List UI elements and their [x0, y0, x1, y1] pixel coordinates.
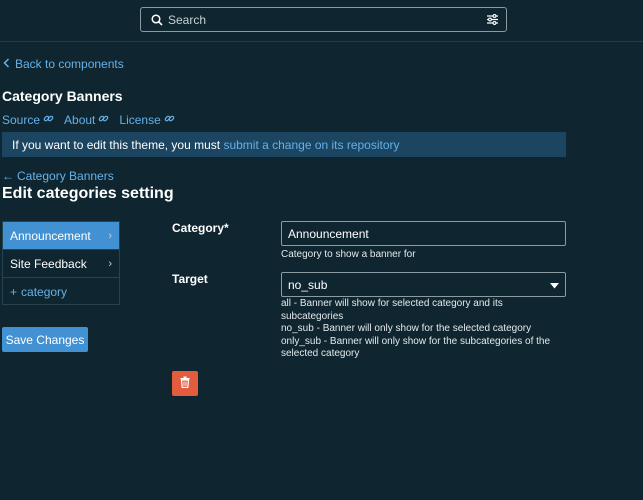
- chevron-left-icon: [3, 57, 10, 71]
- section-title: Edit categories setting: [2, 185, 174, 202]
- target-help-line: only_sub - Banner will only show for the…: [281, 335, 551, 347]
- page-title: Category Banners: [2, 88, 123, 104]
- top-bar: Search: [0, 0, 643, 42]
- add-category-button[interactable]: + category: [3, 278, 119, 306]
- category-help-text: Category to show a banner for: [281, 249, 416, 260]
- submit-change-link[interactable]: submit a change on its repository: [223, 138, 399, 152]
- breadcrumb-label: Category Banners: [17, 169, 114, 183]
- plus-icon: +: [10, 285, 18, 299]
- about-link-label: About: [64, 113, 96, 127]
- delete-button[interactable]: [172, 371, 198, 396]
- target-help-line: all - Banner will show for selected cate…: [281, 298, 503, 309]
- about-link[interactable]: About: [64, 113, 109, 127]
- target-help-line: selected category: [281, 348, 360, 359]
- chevron-right-icon: ›: [108, 257, 112, 270]
- save-changes-button[interactable]: Save Changes: [2, 327, 88, 352]
- source-link-label: Source: [2, 113, 41, 127]
- category-field-label: Category*: [172, 221, 229, 235]
- edit-theme-notice: If you want to edit this theme, you must…: [2, 132, 566, 157]
- category-field-value: Announcement: [288, 226, 369, 241]
- trash-icon: [180, 375, 190, 393]
- target-help-line: subcategories: [281, 310, 344, 322]
- category-list: Announcement › Site Feedback › + categor…: [2, 221, 120, 305]
- category-item-label: Announcement: [10, 228, 91, 243]
- notice-text: If you want to edit this theme, you must: [12, 138, 224, 152]
- component-links: Source About License: [2, 113, 175, 127]
- search-input[interactable]: Search: [140, 7, 507, 32]
- filter-icon[interactable]: [486, 13, 499, 31]
- target-field-label: Target: [172, 272, 208, 286]
- add-category-label: category: [21, 285, 68, 299]
- back-to-components-link[interactable]: Back to components: [3, 57, 124, 71]
- caret-down-icon: [550, 278, 559, 292]
- back-label: Back to components: [15, 57, 124, 71]
- link-icon: [43, 113, 54, 127]
- search-icon: [151, 13, 163, 31]
- breadcrumb[interactable]: ← Category Banners: [2, 169, 114, 183]
- target-help-line: no_sub - Banner will only show for the s…: [281, 323, 532, 334]
- category-item-site-feedback[interactable]: Site Feedback ›: [3, 250, 119, 278]
- target-select[interactable]: no_sub: [281, 272, 566, 297]
- target-help-text: all - Banner will show for selected cate…: [281, 298, 566, 361]
- target-select-value: no_sub: [288, 277, 328, 292]
- category-item-announcement[interactable]: Announcement ›: [3, 222, 119, 250]
- license-link-label: License: [119, 113, 161, 127]
- license-link[interactable]: License: [119, 113, 175, 127]
- source-link[interactable]: Source: [2, 113, 54, 127]
- chevron-right-icon: ›: [108, 229, 112, 242]
- arrow-left-icon: ←: [2, 169, 14, 183]
- link-icon: [164, 113, 175, 127]
- search-placeholder: Search: [168, 13, 207, 27]
- category-item-label: Site Feedback: [10, 256, 87, 271]
- link-icon: [98, 113, 109, 127]
- category-field[interactable]: Announcement: [281, 221, 566, 246]
